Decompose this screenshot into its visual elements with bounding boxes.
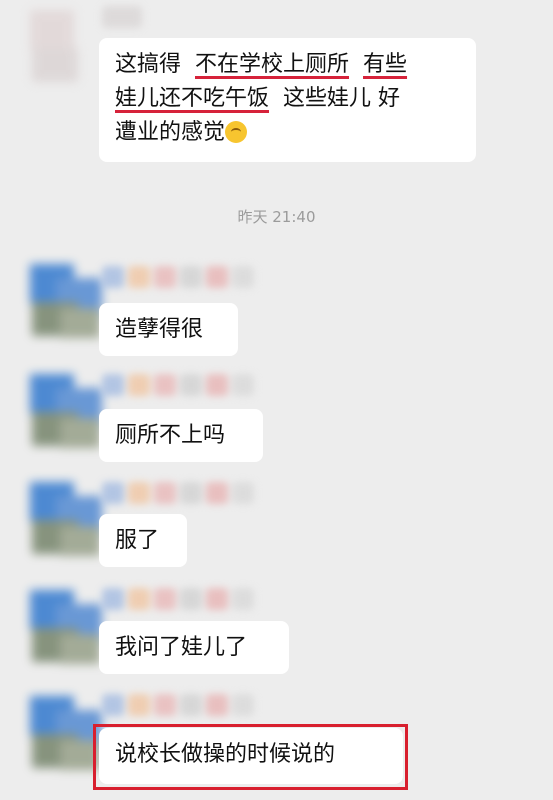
sender-name-blurred [98, 2, 158, 32]
sender-name-blurred [98, 478, 288, 508]
thinking-face-icon [225, 121, 248, 143]
message-bubble[interactable]: 服了 [99, 514, 187, 567]
underlined-text: 娃儿还不吃午饭 [115, 86, 270, 111]
sender-name-blurred [98, 690, 288, 720]
timestamp: 昨天 21:40 [237, 208, 316, 226]
message-text: 我问了娃儿了 [115, 635, 248, 660]
message-bubble[interactable]: 厕所不上吗 [99, 409, 263, 462]
message-bubble[interactable]: 这搞得 不在学校上厕所 有些 娃儿还不吃午饭 这些娃儿 好 遭业的感觉 [99, 38, 476, 162]
message-line: 这搞得 不在学校上厕所 有些 [115, 48, 460, 82]
sender-name-blurred [98, 262, 288, 292]
message-line: 娃儿还不吃午饭 这些娃儿 好 [115, 82, 460, 116]
message-text: 这些娃儿 好 [269, 86, 400, 111]
message-line: 遭业的感觉 [115, 116, 460, 150]
message-text: 造孽得很 [115, 317, 204, 342]
message-text: 遭业的感觉 [115, 120, 226, 145]
message-bubble[interactable]: 造孽得很 [99, 303, 238, 356]
message-text: 厕所不上吗 [115, 423, 226, 448]
highlight-annotation-box [93, 724, 408, 790]
sender-name-blurred [98, 370, 288, 400]
message-text [349, 52, 363, 77]
sender-name-blurred [98, 584, 288, 614]
message-bubble[interactable]: 我问了娃儿了 [99, 621, 289, 674]
message-text: 服了 [115, 528, 160, 553]
underlined-text: 有些 [363, 52, 408, 77]
underlined-text: 不在学校上厕所 [195, 52, 350, 77]
message-text: 这搞得 [115, 52, 195, 77]
